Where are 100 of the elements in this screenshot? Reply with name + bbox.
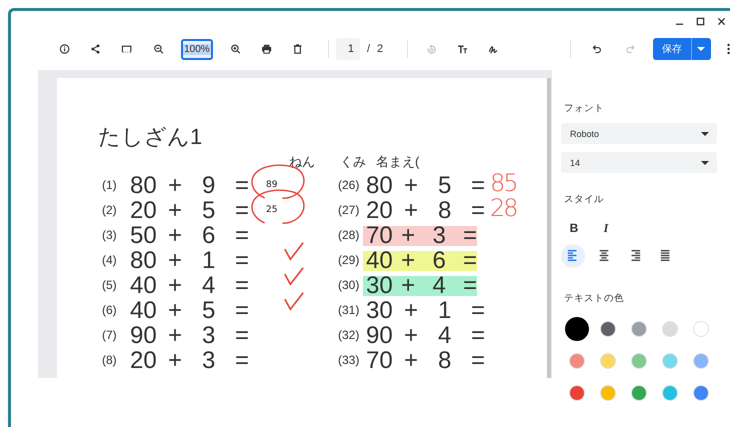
plus-sign: + [168,273,184,298]
plus-sign: + [168,348,184,373]
caret-icon [701,160,709,164]
problem-number: (1) [101,177,118,194]
header-label: 名まえ( [376,153,420,171]
color-swatch[interactable] [600,353,616,369]
plus-sign: + [168,173,184,198]
color-swatch[interactable] [662,385,678,401]
color-swatch[interactable] [630,353,646,369]
maximize-icon[interactable] [696,16,705,26]
problem-number: (31) [337,302,360,319]
plus-sign: + [404,298,420,323]
size-dropdown[interactable]: 14 [561,152,717,173]
addend: 20 [130,198,158,223]
color-swatch[interactable] [692,385,708,401]
equals-sign: = [471,298,486,323]
worksheet-title: たしざん1 [98,125,204,149]
equals-sign: = [471,348,486,373]
bold-button[interactable]: B [561,218,587,238]
page-separator: / [366,43,370,55]
save-button[interactable]: 保存 [652,38,691,60]
addend: 9 [202,173,216,198]
save-options-button[interactable] [690,38,711,60]
plus-sign: + [168,298,184,323]
color-swatch[interactable] [568,385,584,401]
section-label: フォント [564,102,605,115]
plus-sign: + [404,348,420,373]
scrollbar[interactable] [547,78,551,378]
color-swatch[interactable] [600,321,616,337]
problem-number: (3) [101,227,118,244]
highlighted-expression: 30 + 4 = [363,276,477,296]
addend: 4 [438,323,452,348]
plus-sign: + [404,323,420,348]
header-label: ねん [289,153,315,171]
equals-sign: = [471,173,486,198]
close-icon[interactable] [717,16,726,26]
color-swatch[interactable] [630,321,646,337]
problem-number: (8) [101,352,118,369]
equals-sign: = [471,323,486,348]
equals-sign: = [235,298,250,323]
handwritten-answer: 28 [490,196,517,221]
addend: 80 [366,173,394,198]
addend: 3 [202,348,216,373]
trash-icon[interactable] [292,42,304,56]
addend: 5 [202,198,216,223]
addend: 4 [202,273,216,298]
italic-button[interactable]: I [593,218,619,238]
plus-sign: + [404,173,420,198]
equals-sign: = [235,323,250,348]
caret-icon [697,47,706,51]
problem-number: (28) [337,227,360,244]
problem-number: (6) [101,302,118,319]
section-label: テキストの色 [564,292,625,305]
color-swatch[interactable] [662,321,678,337]
color-swatch[interactable] [600,385,616,401]
addend: 1 [202,248,216,273]
addend: 3 [202,323,216,348]
color-swatch[interactable] [564,317,588,341]
equals-sign: = [235,273,250,298]
share-icon[interactable] [90,42,102,56]
header-label: くみ [340,153,366,171]
problem-number: (5) [101,277,118,294]
undo-icon[interactable] [592,42,604,56]
page-number-field[interactable]: 1 [336,38,360,60]
zoom-field[interactable]: 100% [180,38,213,60]
printer-icon[interactable] [261,42,272,56]
addend: 5 [202,298,216,323]
equals-sign: = [235,173,250,198]
section-label: スタイル [564,193,605,206]
addend: 50 [130,223,158,248]
addend: 8 [438,198,452,223]
addend: 90 [130,323,158,348]
color-swatch[interactable] [630,385,646,401]
equals-sign: = [235,223,250,248]
color-swatch[interactable] [692,321,708,337]
highlighted-expression: 70 + 3 = [363,226,477,246]
addend: 40 [130,273,158,298]
color-swatch[interactable] [692,353,708,369]
problem-number: (33) [337,352,360,369]
problem-number: (2) [101,202,118,219]
answer-text: 25 [266,204,278,217]
more-icon[interactable] [726,42,730,56]
plus-sign: + [404,198,420,223]
problem-number: (30) [337,277,360,294]
problem-number: (27) [337,202,360,219]
font-dropdown[interactable]: Roboto [561,123,717,144]
addend: 20 [130,348,158,373]
info-icon[interactable] [59,42,70,56]
color-swatch[interactable] [662,353,678,369]
answer-text: 89 [266,179,278,192]
zoom-out-icon[interactable] [152,42,164,56]
align-button[interactable] [561,244,585,268]
problem-number: (29) [337,252,360,269]
addend: 30 [366,298,394,323]
addend: 8 [438,348,452,373]
color-swatch[interactable] [568,353,584,369]
addend: 70 [366,348,394,373]
addend: 5 [438,173,452,198]
addend: 80 [130,173,158,198]
zoom-in-icon[interactable] [230,42,242,56]
